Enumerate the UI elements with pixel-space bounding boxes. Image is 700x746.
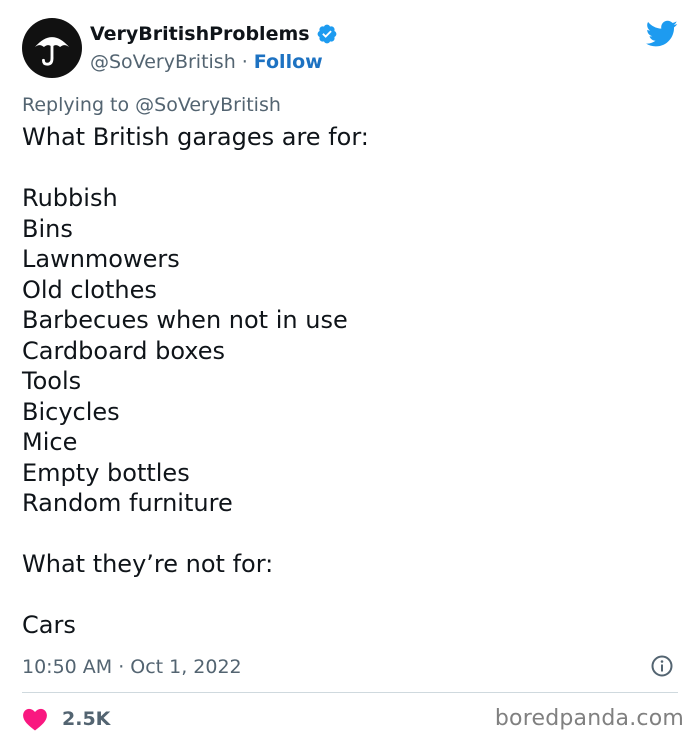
tweet-line: Old clothes <box>22 275 157 304</box>
tweet-line: Random furniture <box>22 489 233 517</box>
tweet-line: Mice <box>22 428 78 456</box>
watermark: boredpanda.com <box>494 706 684 731</box>
like-count: 2.5K <box>62 708 111 730</box>
author-info: VeryBritishProblems @SoVeryBritish · Fol… <box>90 20 338 76</box>
time-separator: · <box>118 656 125 678</box>
umbrella-icon <box>34 37 70 66</box>
tweet-line: Bicycles <box>22 397 120 426</box>
follow-button[interactable]: Follow <box>254 51 323 73</box>
replying-handle[interactable]: @SoVeryBritish <box>135 94 281 116</box>
tweet-time[interactable]: 10:50 AM <box>22 656 112 678</box>
tweet-line: Barbecues when not in use <box>22 306 348 334</box>
handle-row: @SoVeryBritish · Follow <box>90 48 338 76</box>
tweet-line: Rubbish <box>22 184 118 212</box>
tweet-line: What British garages are for: <box>22 123 369 151</box>
avatar[interactable] <box>22 18 82 78</box>
divider <box>22 692 678 693</box>
tweet-date[interactable]: Oct 1, 2022 <box>130 656 241 678</box>
heart-icon <box>23 708 47 731</box>
tweet-header: VeryBritishProblems @SoVeryBritish · Fol… <box>22 18 678 78</box>
twitter-bird-icon[interactable] <box>646 20 678 48</box>
tweet-line: Cars <box>22 611 76 639</box>
replying-to: Replying to @SoVeryBritish <box>22 94 281 116</box>
tweet-line: Empty bottles <box>22 458 190 487</box>
name-row: VeryBritishProblems <box>90 20 338 48</box>
tweet-line: Cardboard boxes <box>22 336 225 365</box>
display-name[interactable]: VeryBritishProblems <box>90 23 310 45</box>
tweet-line: What they’re not for: <box>22 550 274 578</box>
tweet-footer: 2.5K boredpanda.com <box>22 704 684 734</box>
tweet-line: Tools <box>22 367 82 395</box>
tweet-text: What British garages are for: Rubbish Bins… <box>22 122 678 641</box>
verified-badge-icon <box>317 24 336 44</box>
handle-separator: · <box>241 51 248 73</box>
author-handle[interactable]: @SoVeryBritish <box>90 51 236 73</box>
info-icon[interactable] <box>650 654 674 678</box>
timestamp-row: 10:50 AM · Oct 1, 2022 <box>22 654 678 680</box>
tweet-line: Bins <box>22 214 73 243</box>
tweet-line: Lawnmowers <box>22 245 180 273</box>
tweet-card: VeryBritishProblems @SoVeryBritish · Fol… <box>0 0 700 746</box>
like-button[interactable]: 2.5K <box>22 707 110 731</box>
replying-prefix: Replying to <box>22 94 136 116</box>
